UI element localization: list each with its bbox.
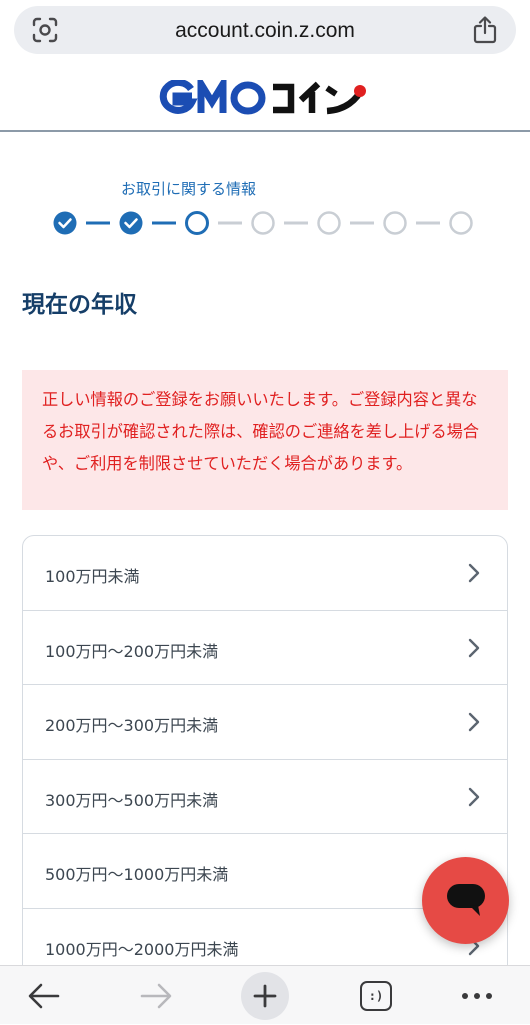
forward-button[interactable]	[136, 966, 176, 1025]
browser-address-bar: account.coin.z.com	[0, 0, 530, 64]
stepper-label: お取引に関する情報	[121, 180, 257, 198]
back-button[interactable]	[24, 966, 64, 1025]
step-7-pending	[449, 211, 473, 235]
site-header	[0, 66, 530, 132]
chevron-right-icon	[468, 787, 480, 806]
tabs-button[interactable]: :)	[359, 966, 393, 1025]
chevron-right-icon	[468, 712, 480, 732]
income-option[interactable]: 300万円〜500万円未満	[23, 760, 507, 834]
step-6-pending	[383, 211, 407, 235]
gmo-coin-logo[interactable]	[155, 80, 377, 116]
step-4-pending	[251, 211, 275, 235]
new-tab-button[interactable]	[241, 966, 289, 1025]
income-option[interactable]: 200万円〜300万円未満	[23, 685, 507, 760]
new-tab-plus-icon	[253, 984, 277, 1007]
income-option[interactable]: 100万円未満	[23, 536, 507, 611]
chevron-right-icon	[468, 563, 480, 583]
income-option-label: 100万円〜200万円未満	[45, 641, 219, 661]
step-1-completed	[53, 211, 77, 235]
forward-arrow-icon	[140, 983, 172, 1008]
more-menu-button[interactable]	[460, 966, 494, 1025]
chevron-right-icon	[468, 638, 480, 657]
browser-toolbar: :)	[0, 965, 530, 1024]
income-option-label: 1000万円〜2000万円未満	[45, 939, 239, 959]
url-pill[interactable]: account.coin.z.com	[14, 6, 516, 54]
income-option-label: 500万円〜1000万円未満	[45, 865, 229, 884]
back-arrow-icon	[28, 983, 60, 1008]
chat-bubble-icon	[447, 884, 485, 916]
progress-stepper	[53, 211, 473, 235]
income-option-label: 300万円〜500万円未満	[45, 790, 219, 810]
url-text[interactable]: account.coin.z.com	[14, 19, 516, 43]
income-option[interactable]: 100万円〜200万円未満	[23, 611, 507, 685]
tabs-label: :)	[368, 988, 384, 1003]
step-3-current	[185, 211, 209, 235]
step-2-completed	[119, 211, 143, 235]
chat-support-button[interactable]	[422, 857, 509, 944]
income-option-label: 200万円〜300万円未満	[45, 716, 219, 735]
more-icon	[462, 992, 492, 999]
warning-text: 正しい情報のご登録をお願いいたします。ご登録内容と異なるお取引が確認された際は、…	[42, 390, 480, 473]
share-icon[interactable]	[472, 16, 498, 44]
income-option-label: 100万円未満	[45, 567, 140, 586]
warning-notice: 正しい情報のご登録をお願いいたします。ご登録内容と異なるお取引が確認された際は、…	[22, 370, 508, 510]
tabs-icon: :)	[360, 980, 392, 1011]
page-title: 現在の年収	[22, 292, 137, 318]
step-5-pending	[317, 211, 341, 235]
